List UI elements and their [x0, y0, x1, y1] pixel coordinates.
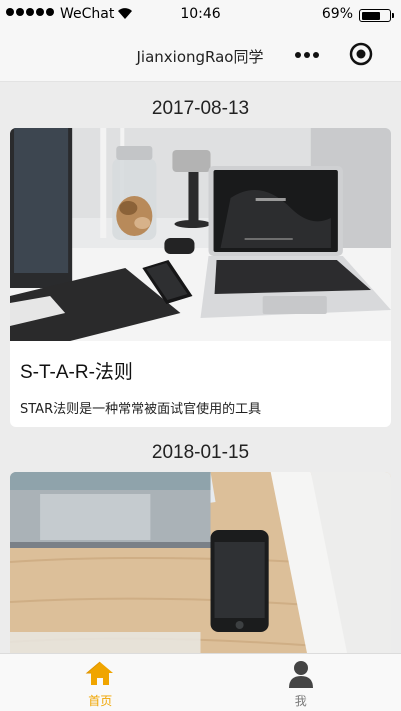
post-date: 2018-01-15	[151, 442, 250, 463]
battery-icon	[359, 9, 394, 22]
user-icon	[288, 661, 313, 688]
more-dots-icon[interactable]	[290, 44, 324, 66]
status-bar: WeChat 10:46 69%	[0, 0, 401, 30]
phone-laptop-wood-photo	[10, 472, 391, 653]
home-icon	[85, 661, 114, 685]
target-circle-icon[interactable]	[347, 40, 375, 68]
post-description: STAR法则是一种常常被面试官使用的工具	[20, 402, 262, 417]
tab-home-label: 首页	[88, 694, 113, 708]
tab-me[interactable]: 我	[201, 654, 401, 711]
post-card[interactable]	[10, 472, 391, 653]
post-date: 2017-08-13	[151, 98, 250, 119]
tab-home[interactable]: 首页	[0, 654, 201, 711]
page-title: JianxiongRao同学	[136, 48, 264, 66]
post-title: S-T-A-R-法则	[20, 362, 133, 383]
post-card[interactable]: S-T-A-R-法则 STAR法则是一种常常被面试官使用的工具	[10, 128, 391, 427]
navigation-bar: JianxiongRao同学	[0, 30, 401, 82]
desk-laptop-photo	[10, 128, 391, 341]
tab-bar: 首页 我	[0, 653, 401, 711]
tab-me-label: 我	[294, 694, 307, 708]
post-list: 2017-08-13 S-T-A-R-法则 STAR法则是一种常常被面试官使用的…	[0, 83, 401, 653]
battery-percentage: 69%	[321, 6, 353, 22]
